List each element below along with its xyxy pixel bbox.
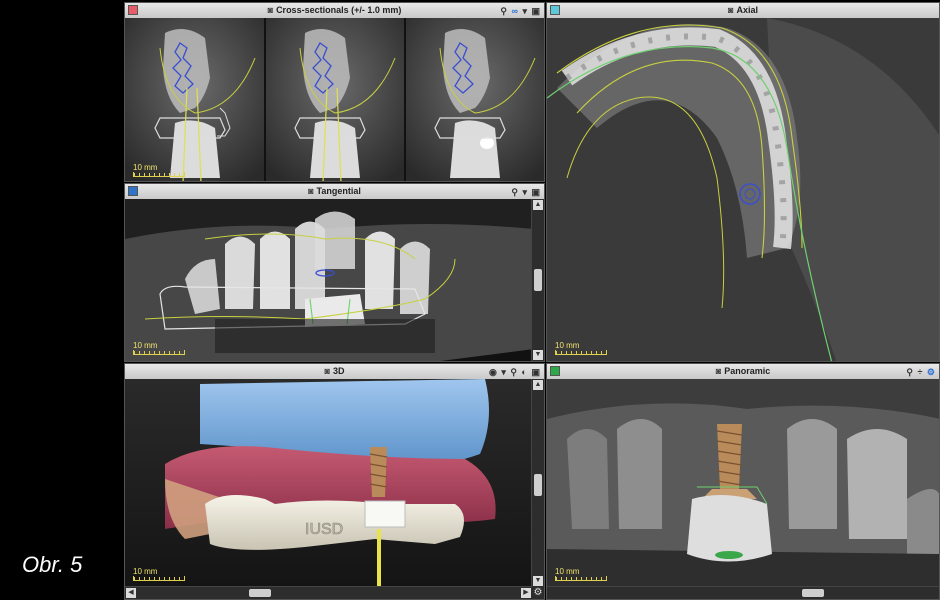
panel-tools: ⚲ ▾ ▣: [511, 185, 541, 200]
tangential-vertical-scrollbar[interactable]: ▲ ▼: [531, 199, 544, 361]
axial-panel[interactable]: ◙ Axial 10 mm: [546, 2, 940, 362]
settings-icon[interactable]: ⚙: [927, 367, 936, 377]
scale-bar: 10 mm: [555, 567, 607, 581]
cross-sectionals-panel[interactable]: ◙Cross-sectionals (+/- 1.0 mm) ⚲ ∞ ▾ ▣: [124, 2, 545, 182]
tangential-panel[interactable]: ◙ Tangential ⚲ ▾ ▣ 10 mm ▲ ▼: [124, 183, 545, 362]
scroll-up-icon[interactable]: ▲: [533, 200, 543, 210]
three-d-model: IUSD: [125, 379, 534, 589]
scale-bar: 10 mm: [555, 341, 607, 355]
guide-engraving: IUSD: [305, 521, 343, 538]
zoom-icon[interactable]: ⚲: [906, 367, 914, 377]
panel-title: 3D: [332, 366, 345, 376]
chevron-down-icon[interactable]: ▾: [501, 367, 507, 377]
maximize-icon[interactable]: ▣: [531, 187, 541, 197]
scroll-thumb[interactable]: [249, 589, 271, 597]
axial-image: [547, 18, 939, 361]
scale-ruler: [555, 350, 607, 355]
scroll-left-icon[interactable]: ◀: [126, 588, 136, 598]
scale-label: 10 mm: [133, 567, 158, 576]
panoramic-titlebar: ◙ Panoramic ⚲ ÷ ⚙: [547, 364, 939, 380]
link-icon[interactable]: ∞: [512, 6, 519, 16]
scale-label: 10 mm: [555, 567, 580, 576]
chevron-down-icon[interactable]: ▾: [522, 187, 528, 197]
zoom-icon[interactable]: ⚲: [500, 6, 508, 16]
camera-icon[interactable]: ◙: [716, 366, 721, 376]
three-d-panel[interactable]: ◙ 3D ◉ ▾ ⚲ ◐ ▣ IUSD 10 mm ▲ ▼ ◀ ▶ ⚙: [124, 363, 545, 600]
scale-label: 10 mm: [133, 341, 158, 350]
gear-icon[interactable]: ⚙: [532, 587, 544, 599]
panel-tools: ⚲ ∞ ▾ ▣: [500, 4, 541, 19]
scale-ruler: [555, 576, 607, 581]
cross-sectional-views[interactable]: 10 mm: [125, 18, 544, 181]
chevron-down-icon[interactable]: ▾: [522, 6, 528, 16]
panel-color-swatch: [550, 366, 560, 376]
scale-bar: 10 mm: [133, 567, 185, 581]
scale-ruler: [133, 576, 185, 581]
maximize-icon[interactable]: ▣: [531, 6, 541, 16]
three-d-horizontal-scrollbar[interactable]: ◀ ▶: [125, 586, 532, 599]
adjust-icon[interactable]: ÷: [917, 367, 923, 377]
scroll-down-icon[interactable]: ▼: [533, 576, 543, 586]
eye-icon[interactable]: ◉: [489, 367, 498, 377]
scroll-thumb[interactable]: [534, 269, 542, 291]
cross-sectionals-titlebar: ◙ Cross-sectionals (+/- 1.0 mm) ⚲ ∞ ▾ ▣: [125, 3, 544, 19]
implant-model: [369, 447, 388, 497]
camera-icon[interactable]: ◙: [728, 5, 733, 15]
panoramic-image: [547, 379, 939, 589]
camera-icon[interactable]: ◙: [325, 366, 330, 376]
axial-titlebar: ◙ Axial: [547, 3, 939, 19]
panel-color-swatch: [128, 5, 138, 15]
panel-title: Cross-sectionals (+/- 1.0 mm): [276, 5, 402, 15]
scroll-down-icon[interactable]: ▼: [533, 350, 543, 360]
panoramic-horizontal-scrollbar[interactable]: [547, 586, 939, 599]
figure-caption: Obr. 5: [22, 552, 83, 577]
three-d-view[interactable]: IUSD 10 mm: [125, 379, 534, 589]
scroll-up-icon[interactable]: ▲: [533, 380, 543, 390]
scroll-thumb[interactable]: [802, 589, 824, 597]
panoramic-panel[interactable]: ◙ Panoramic ⚲ ÷ ⚙ 10 mm: [546, 363, 940, 600]
panoramic-view[interactable]: 10 mm: [547, 379, 939, 589]
maximize-icon[interactable]: ▣: [531, 367, 541, 377]
zoom-icon[interactable]: ⚲: [511, 187, 519, 197]
cross-sectional-image: [125, 18, 544, 181]
panel-title: Axial: [736, 5, 758, 15]
camera-icon[interactable]: ◙: [268, 5, 273, 15]
panel-tools: ◉ ▾ ⚲ ◐ ▣: [489, 365, 541, 380]
axial-view[interactable]: 10 mm: [547, 18, 939, 361]
scroll-right-icon[interactable]: ▶: [521, 588, 531, 598]
camera-icon[interactable]: ◙: [308, 186, 313, 196]
zoom-icon[interactable]: ⚲: [510, 367, 518, 377]
panel-title: Panoramic: [724, 366, 771, 376]
scale-label: 10 mm: [555, 341, 580, 350]
panel-color-swatch: [128, 186, 138, 196]
scale-bar: 10 mm: [133, 341, 185, 355]
three-d-titlebar: ◙ 3D ◉ ▾ ⚲ ◐ ▣: [125, 364, 544, 380]
three-d-vertical-scrollbar[interactable]: ▲ ▼: [531, 379, 544, 587]
panel-title: Tangential: [316, 186, 361, 196]
tangential-view[interactable]: 10 mm: [125, 199, 534, 361]
tangential-titlebar: ◙ Tangential ⚲ ▾ ▣: [125, 184, 544, 200]
scale-bar: 10 mm: [133, 163, 185, 177]
scale-ruler: [133, 350, 185, 355]
contrast-icon[interactable]: ◐: [522, 367, 528, 377]
scroll-thumb[interactable]: [534, 474, 542, 496]
scale-label: 10 mm: [133, 163, 158, 172]
panel-tools: ⚲ ÷ ⚙: [906, 365, 936, 380]
panel-color-swatch: [550, 5, 560, 15]
tangential-image: [125, 199, 534, 361]
scale-ruler: [133, 172, 185, 177]
